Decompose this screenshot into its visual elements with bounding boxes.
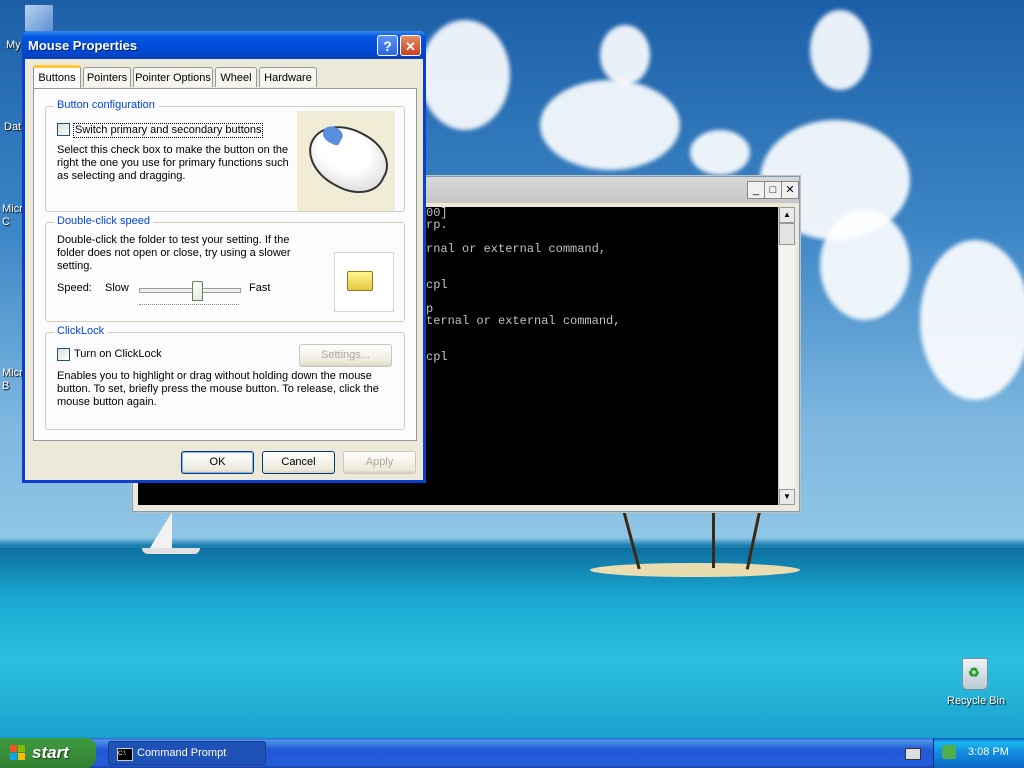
network-icon[interactable] [942, 745, 956, 759]
cloud [920, 240, 1024, 400]
slider-ticks [139, 303, 239, 305]
cmd-icon: C:\ [117, 748, 133, 761]
help-button[interactable]: ? [377, 35, 398, 56]
cloud [600, 25, 650, 85]
mouse-icon [297, 113, 399, 205]
cloud [540, 80, 680, 170]
clock[interactable]: 3:08 PM [968, 746, 1009, 758]
folder-icon[interactable] [347, 271, 373, 291]
clicklock-checkbox[interactable] [57, 348, 70, 361]
group-label: Button configuration [54, 99, 158, 111]
close-button[interactable]: ✕ [400, 35, 421, 56]
speed-label: Speed: [57, 282, 92, 294]
mouse-properties-dialog[interactable]: Mouse Properties ? ✕ Buttons Pointers Po… [22, 31, 426, 483]
tab-hardware[interactable]: Hardware [259, 67, 317, 87]
ok-button[interactable]: OK [181, 451, 254, 474]
slider-thumb[interactable] [192, 281, 203, 301]
slider-track [139, 288, 241, 293]
settings-button[interactable]: Settings... [299, 344, 392, 367]
cloud [820, 210, 910, 320]
test-folder-area[interactable] [334, 252, 394, 312]
console-text: 00] rp. rnal or external command, cpl p … [426, 207, 621, 364]
recycle-bin-icon[interactable]: ♻ [962, 658, 988, 690]
cloud [690, 130, 750, 175]
buttons-tab-panel: Button configuration Switch primary and … [33, 88, 417, 441]
cancel-button[interactable]: Cancel [262, 451, 335, 474]
double-click-description: Double-click the folder to test your set… [57, 234, 291, 272]
vertical-scrollbar[interactable]: ▲ ▼ [778, 207, 795, 505]
slow-label: Slow [105, 282, 129, 294]
cloud [810, 10, 870, 90]
desktop-icon-label[interactable]: Dat [4, 121, 21, 133]
my-computer-icon[interactable] [24, 4, 54, 32]
sailboat [150, 512, 172, 548]
tab-wheel[interactable]: Wheel [215, 67, 257, 87]
dialog-title-bar[interactable]: Mouse Properties ? ✕ [22, 31, 426, 59]
close-button[interactable]: ✕ [781, 181, 799, 199]
start-label: start [32, 743, 69, 762]
button-configuration-group: Button configuration Switch primary and … [45, 99, 405, 212]
start-button[interactable]: start [0, 738, 96, 768]
recycle-bin-label[interactable]: Recycle Bin [947, 695, 1005, 707]
double-click-speed-group: Double-click speed Double-click the fold… [45, 215, 405, 322]
maximize-button[interactable]: □ [764, 181, 782, 199]
speed-slider[interactable] [139, 281, 241, 305]
group-label: Double-click speed [54, 215, 153, 227]
system-tray: 3:08 PM [933, 738, 1024, 768]
clicklock-group: ClickLock Turn on ClickLock Settings... … [45, 325, 405, 430]
tab-pointers[interactable]: Pointers [83, 67, 131, 87]
desktop-icon-label[interactable]: My [6, 39, 21, 51]
dialog-title: Mouse Properties [28, 38, 138, 53]
scroll-up-arrow-icon[interactable]: ▲ [779, 207, 795, 223]
sea [0, 548, 1024, 738]
tab-pointer-options[interactable]: Pointer Options [133, 67, 213, 87]
switch-buttons-label[interactable]: Switch primary and secondary buttons [73, 123, 264, 138]
windows-logo-icon [10, 745, 26, 761]
fast-label: Fast [249, 282, 271, 294]
clicklock-description: Enables you to highlight or drag without… [57, 370, 379, 408]
minimize-button[interactable]: _ [747, 181, 765, 199]
clicklock-label[interactable]: Turn on ClickLock [74, 348, 162, 361]
tab-buttons[interactable]: Buttons [33, 65, 81, 88]
scroll-thumb[interactable] [779, 223, 795, 245]
palm-tree [712, 510, 715, 568]
group-label: ClickLock [54, 325, 108, 337]
taskbar: start C:\ Command Prompt 3:08 PM [0, 738, 1024, 768]
taskbar-item-command-prompt[interactable]: C:\ Command Prompt [108, 741, 266, 765]
switch-buttons-checkbox[interactable] [57, 123, 70, 136]
taskbar-item-label: Command Prompt [137, 747, 227, 759]
keyboard-icon[interactable] [905, 748, 921, 760]
cloud [420, 20, 510, 130]
mouse-illustration [297, 111, 399, 211]
island [590, 563, 800, 577]
scroll-down-arrow-icon[interactable]: ▼ [779, 489, 795, 505]
button-config-description: Select this check box to make the button… [57, 144, 289, 182]
apply-button[interactable]: Apply [343, 451, 416, 474]
sailboat-hull [142, 548, 200, 554]
